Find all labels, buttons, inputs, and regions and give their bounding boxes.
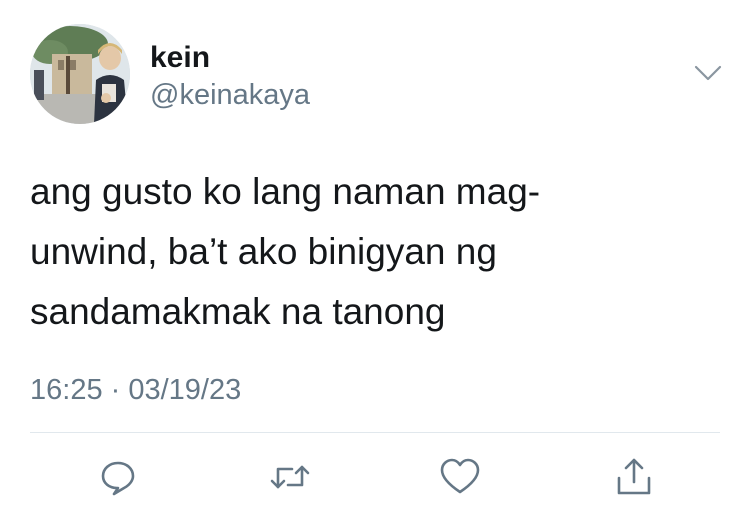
reply-button[interactable] <box>96 456 140 498</box>
author-name[interactable]: kein <box>150 40 210 76</box>
share-button[interactable] <box>612 456 656 498</box>
like-button[interactable] <box>438 456 482 498</box>
tweet-text: ang gusto ko lang naman mag- unwind, ba’… <box>30 171 541 332</box>
heart-icon <box>440 458 480 494</box>
share-icon <box>617 458 651 495</box>
retweet-icon <box>270 465 310 489</box>
retweet-button[interactable] <box>268 456 312 498</box>
author-handle[interactable]: @keinakaya <box>150 78 310 112</box>
reply-icon <box>101 461 135 496</box>
divider <box>30 432 720 433</box>
chevron-down-icon[interactable] <box>692 60 724 84</box>
tweet-timestamp[interactable]: 16:25 · 03/19/23 <box>30 372 241 408</box>
tweet-card: kein @keinakaya ang gusto ko lang naman … <box>0 0 750 521</box>
avatar[interactable] <box>30 24 130 124</box>
